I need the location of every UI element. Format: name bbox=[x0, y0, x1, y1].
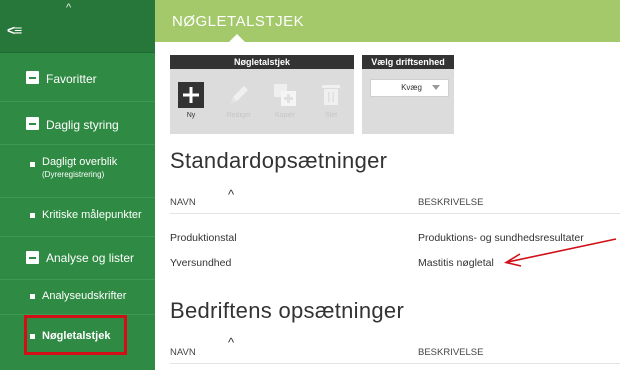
sidebar-item-label: Daglig styring bbox=[46, 118, 119, 132]
menu-toggle-icon[interactable]: <≡ bbox=[7, 22, 22, 38]
chevron-down-icon bbox=[432, 85, 440, 90]
sidebar-item-daglig-styring[interactable]: Daglig styring bbox=[0, 102, 155, 145]
copy-button[interactable]: Kopiér bbox=[270, 82, 300, 127]
sidebar-item-label: Analyseudskrifter bbox=[42, 290, 127, 302]
sidebar-item-dagligt-overblik[interactable]: Dagligt overblik (Dyreregistrering) bbox=[0, 145, 155, 198]
new-button[interactable]: Ny bbox=[176, 82, 206, 127]
table-row-name[interactable]: Produktionstal bbox=[170, 232, 237, 244]
minus-box-icon bbox=[26, 251, 39, 264]
table-row-name[interactable]: Yversundhed bbox=[170, 257, 231, 269]
sidebar-item-label: Dagligt overblik bbox=[42, 156, 118, 168]
edit-button[interactable]: Rediger bbox=[224, 82, 254, 127]
minus-box-icon bbox=[26, 71, 39, 84]
divider bbox=[170, 363, 620, 364]
sidebar-item-label: Kritiske målepunkter bbox=[42, 209, 142, 221]
section-heading-bedrift: Bedriftens opsætninger bbox=[170, 298, 405, 323]
sidebar: ^ <≡ Favoritter Daglig styring Dagligt o… bbox=[0, 0, 155, 370]
sidebar-header: ^ <≡ bbox=[0, 0, 155, 53]
plus-icon bbox=[178, 82, 204, 108]
sort-ascending-icon[interactable]: ^ bbox=[228, 187, 234, 202]
bullet-icon bbox=[30, 162, 35, 167]
trash-icon bbox=[322, 85, 340, 105]
table-row-description[interactable]: Mastitis nøgletal bbox=[418, 257, 494, 269]
sidebar-item-analyseudskrifter[interactable]: Analyseudskrifter bbox=[0, 280, 155, 315]
sidebar-item-favoritter[interactable]: Favoritter bbox=[0, 53, 155, 102]
sidebar-item-analyse-og-lister[interactable]: Analyse og lister bbox=[0, 237, 155, 280]
column-header-description[interactable]: BESKRIVELSE bbox=[418, 347, 483, 358]
copy-icon bbox=[274, 84, 296, 106]
page-title: NØGLETALSTJEK bbox=[172, 13, 305, 30]
toolbar-driftsenhed: Vælg driftsenhed Kvæg bbox=[362, 55, 454, 134]
sort-ascending-icon[interactable]: ^ bbox=[228, 335, 234, 350]
bullet-icon bbox=[30, 294, 35, 299]
page-header: NØGLETALSTJEK bbox=[155, 0, 620, 42]
button-label: Ny bbox=[186, 112, 196, 119]
button-label: Kopiér bbox=[274, 112, 296, 119]
header-notch bbox=[229, 34, 245, 42]
toolbar-noegletalstjek: Nøgletalstjek Ny Rediger Kopiér Slet bbox=[170, 55, 354, 134]
sidebar-item-label: Analyse og lister bbox=[46, 251, 135, 265]
section-heading-standard: Standardopsætninger bbox=[170, 148, 388, 173]
sidebar-item-kritiske-maalepunkter[interactable]: Kritiske målepunkter bbox=[0, 198, 155, 237]
driftsenhed-select[interactable]: Kvæg bbox=[370, 79, 449, 97]
toolbar-group-title: Vælg driftsenhed bbox=[362, 55, 454, 69]
minus-box-icon bbox=[26, 117, 39, 130]
button-label: Slet bbox=[324, 112, 338, 119]
delete-button[interactable]: Slet bbox=[316, 82, 346, 127]
bullet-icon bbox=[30, 213, 35, 218]
button-label: Rediger bbox=[226, 112, 252, 119]
annotation-arrow bbox=[503, 238, 617, 267]
select-value: Kvæg bbox=[401, 83, 422, 92]
sidebar-item-label: Favoritter bbox=[46, 72, 97, 86]
column-header-name[interactable]: NAVN bbox=[170, 347, 196, 358]
sidebar-item-sublabel: (Dyreregistrering) bbox=[42, 170, 105, 179]
divider bbox=[170, 213, 620, 214]
highlight-box bbox=[24, 315, 127, 355]
column-header-name[interactable]: NAVN bbox=[170, 197, 196, 208]
toolbar-group-title: Nøgletalstjek bbox=[170, 55, 354, 69]
column-header-description[interactable]: BESKRIVELSE bbox=[418, 197, 483, 208]
collapse-caret-icon[interactable]: ^ bbox=[66, 2, 71, 14]
pencil-icon bbox=[231, 86, 248, 103]
